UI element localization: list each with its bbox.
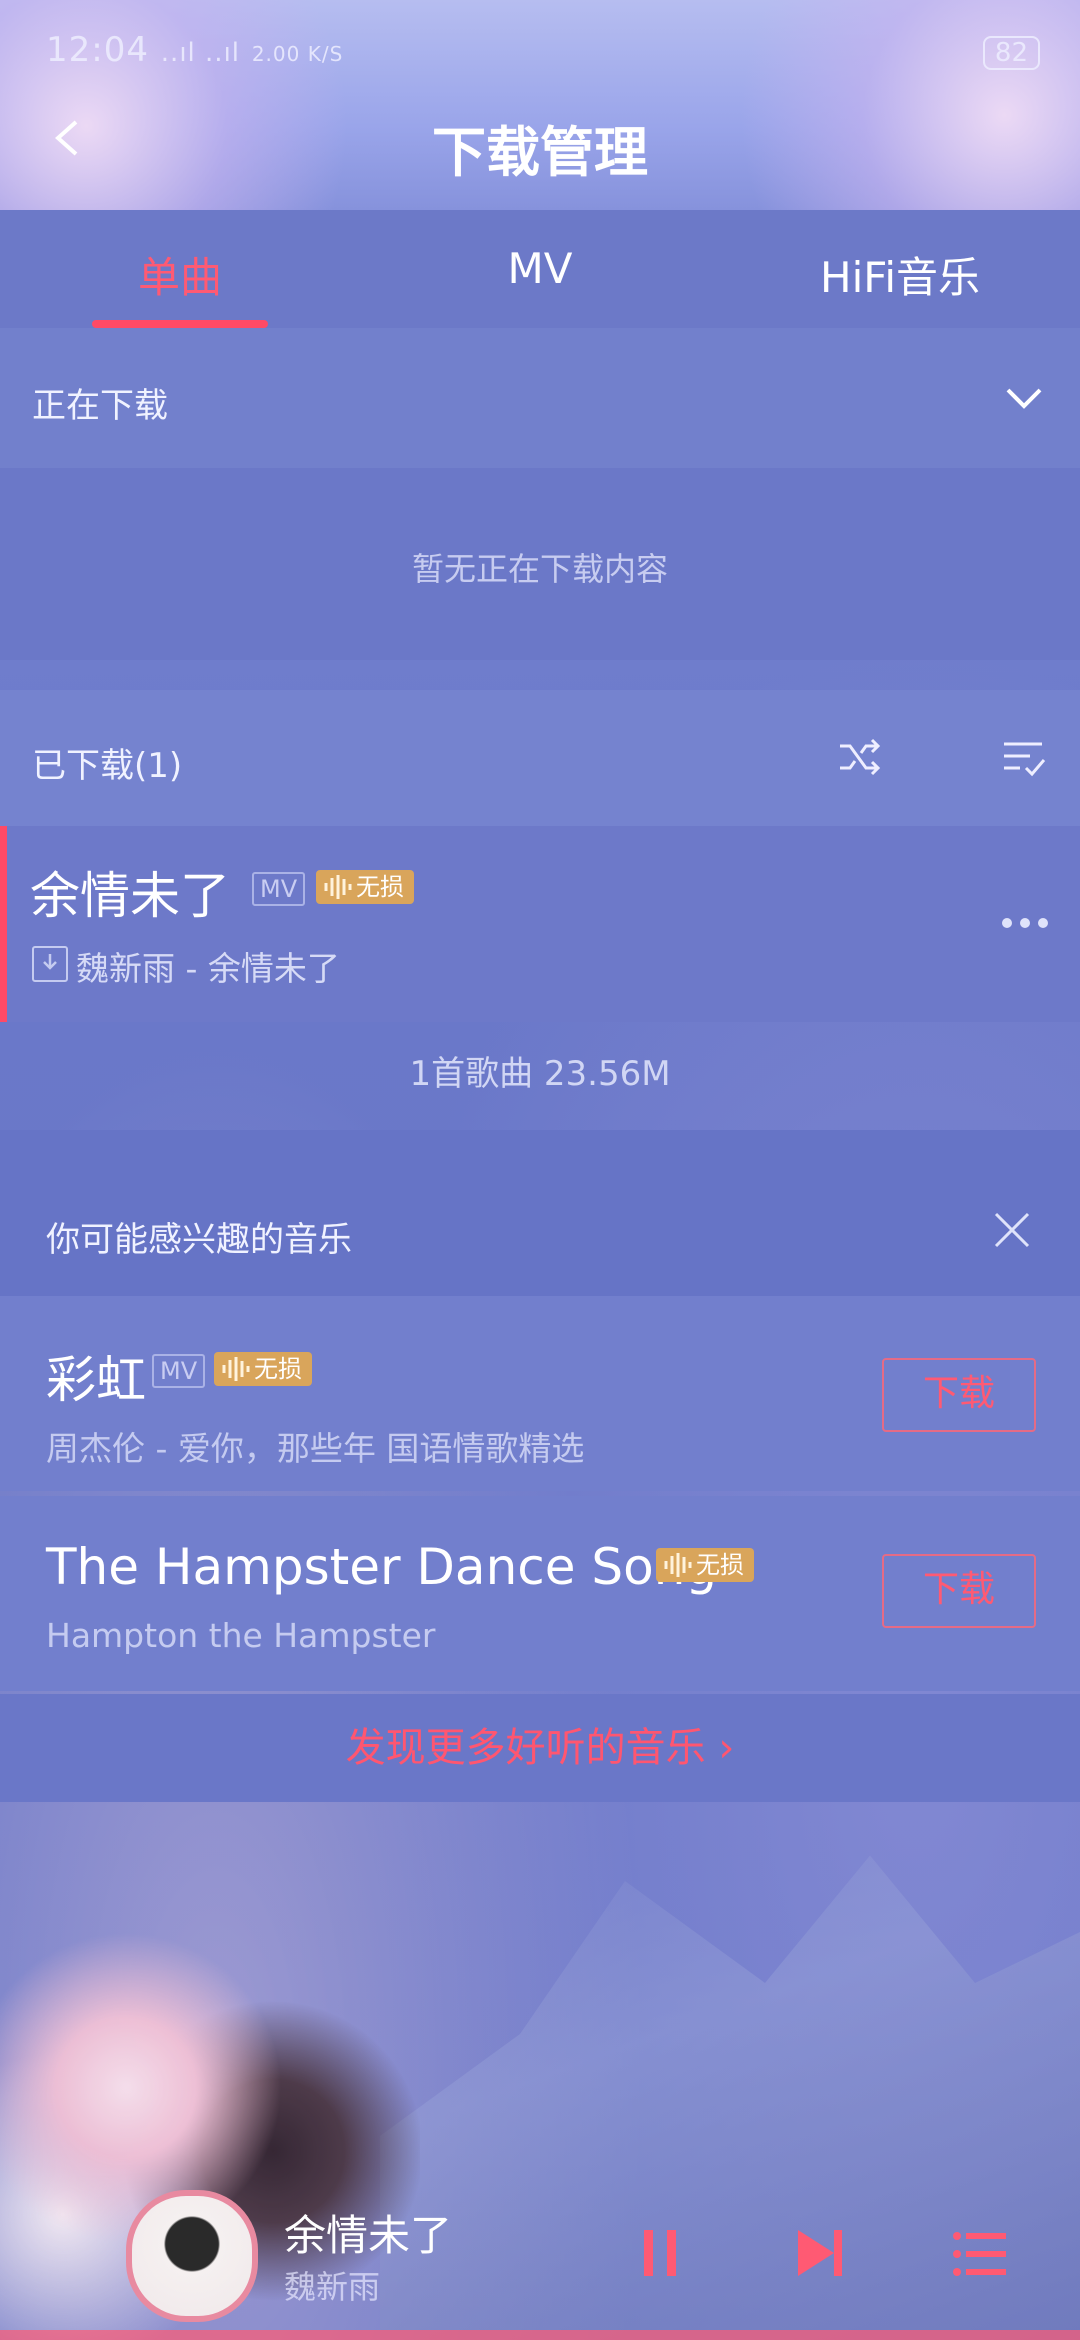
downloading-header[interactable]: 正在下载 xyxy=(0,328,1080,468)
chevron-right-icon: › xyxy=(718,1725,735,1771)
sort-list-icon[interactable] xyxy=(1000,734,1046,780)
download-summary: 1首歌曲 23.56M xyxy=(409,1054,671,1094)
downloaded-icon xyxy=(32,946,68,982)
lossless-tag: 无损 xyxy=(214,1352,312,1386)
empty-text: 暂无正在下载内容 xyxy=(411,550,668,588)
downloaded-label: 已下载(1) xyxy=(32,746,183,786)
lossless-tag: 无损 xyxy=(656,1548,754,1582)
rec-song-title: The Hampster Dance Song xyxy=(46,1538,718,1596)
song-title: 余情未了 xyxy=(30,867,230,925)
signal-icon: ..ıl ..ıl xyxy=(160,38,241,68)
waveform-icon xyxy=(324,875,352,899)
close-icon[interactable] xyxy=(992,1210,1032,1250)
recommend-title: 你可能感兴趣的音乐 xyxy=(46,1220,352,1260)
tab-single[interactable]: 单曲 xyxy=(40,244,320,305)
recommend-item[interactable]: 彩虹 MV 无损 周杰伦 - 爱你，那些年 国语情歌精选 下载 xyxy=(0,1296,1080,1491)
status-battery: 82 xyxy=(982,30,1040,70)
player-artist: 魏新雨 xyxy=(284,2268,381,2306)
rec-song-subtitle: Hampton the Hampster xyxy=(46,1616,436,1655)
pause-icon[interactable] xyxy=(640,2228,680,2278)
tab-bar: 单曲 MV HiFi音乐 xyxy=(0,210,1080,328)
playlist-icon[interactable] xyxy=(952,2230,1008,2278)
status-time-text: 12:04 xyxy=(46,30,149,70)
lossless-label: 无损 xyxy=(254,1355,302,1383)
song-subtitle: 魏新雨 - 余情未了 xyxy=(76,949,340,988)
downloading-empty: 暂无正在下载内容 xyxy=(0,468,1080,660)
playing-indicator xyxy=(0,826,7,1022)
downloading-label: 正在下载 xyxy=(32,386,168,426)
rec-song-subtitle: 周杰伦 - 爱你，那些年 国语情歌精选 xyxy=(46,1429,585,1468)
shuffle-icon[interactable] xyxy=(836,734,882,780)
rec-song-title: 彩虹 xyxy=(46,1351,146,1409)
download-button[interactable]: 下载 xyxy=(882,1554,1036,1628)
next-track-icon[interactable] xyxy=(796,2228,844,2278)
net-speed: 2.00 K/S xyxy=(251,42,344,66)
waveform-icon xyxy=(222,1357,250,1381)
download-button[interactable]: 下载 xyxy=(882,1358,1036,1432)
more-icon[interactable] xyxy=(1000,916,1050,930)
mv-tag[interactable]: MV xyxy=(252,872,306,906)
tab-hifi[interactable]: HiFi音乐 xyxy=(760,244,1040,305)
battery-icon: 82 xyxy=(982,36,1040,70)
downloaded-song-row[interactable]: 余情未了 MV 无损 魏新雨 - 余情未了 xyxy=(0,826,1080,1022)
playback-progress xyxy=(0,2330,1080,2340)
discover-more-text: 发现更多好听的音乐 xyxy=(345,1725,706,1771)
mv-tag[interactable]: MV xyxy=(152,1354,206,1388)
discover-more-link[interactable]: 发现更多好听的音乐 › xyxy=(0,1694,1080,1802)
lossless-label: 无损 xyxy=(356,873,404,901)
waveform-icon xyxy=(664,1553,692,1577)
page-title: 下载管理 xyxy=(432,121,648,184)
lossless-tag: 无损 xyxy=(316,870,414,904)
album-disc[interactable] xyxy=(126,2190,258,2322)
header: 12:04 ..ıl ..ıl 2.00 K/S 82 下载管理 xyxy=(0,0,1080,210)
status-time: 12:04 ..ıl ..ıl 2.00 K/S xyxy=(46,30,343,70)
recommend-header: 你可能感兴趣的音乐 xyxy=(0,1130,1080,1296)
recommend-item[interactable]: The Hampster Dance Song 无损 Hampton the H… xyxy=(0,1496,1080,1691)
downloaded-header: 已下载(1) xyxy=(0,690,1080,826)
tab-mv[interactable]: MV xyxy=(400,244,680,293)
lossless-label: 无损 xyxy=(696,1551,744,1579)
chevron-down-icon[interactable] xyxy=(1004,384,1044,412)
active-tab-indicator xyxy=(92,320,268,328)
player-song-title[interactable]: 余情未了 xyxy=(284,2202,452,2263)
